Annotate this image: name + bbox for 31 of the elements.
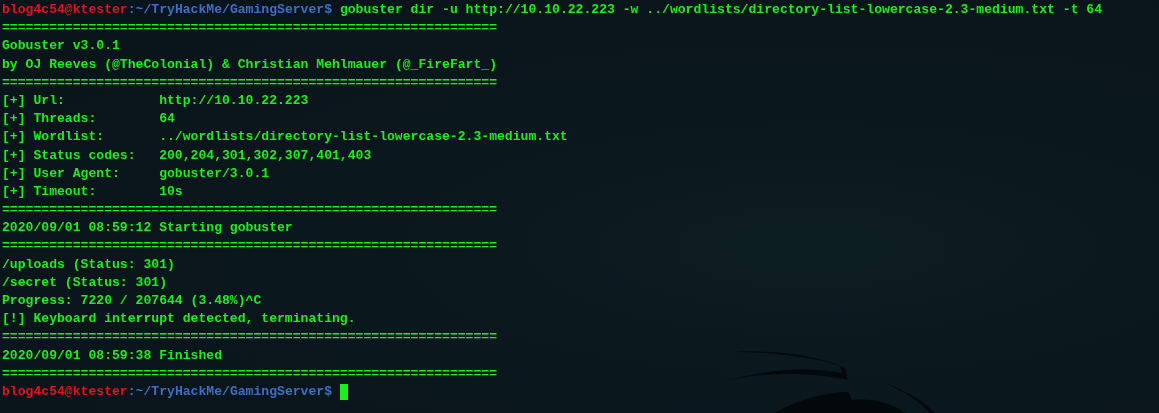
- output-line: /uploads (Status: 301): [2, 255, 175, 274]
- output-line: 2020/09/01 08:59:38 Finished: [2, 346, 222, 365]
- field-value: 200,204,301,302,307,401,403: [159, 146, 372, 165]
- separator-line: ===============================================================: [2, 237, 498, 256]
- separator-line: ===============================================================: [2, 19, 498, 38]
- field-value: ../wordlists/directory-list-lowercase-2.3-medium.txt: [159, 128, 568, 147]
- output-line: Progress: 7220 / 207644 (3.48%)^C: [2, 292, 262, 310]
- output-line: [!] Keyboard interrupt detected, terminating.: [2, 310, 356, 329]
- separator-line: ===============================================================: [2, 73, 498, 92]
- separator-line: ===============================================================: [2, 364, 498, 383]
- command-text: gobuster dir -u http://10.10.22.223 -w ../wordlists/directory-list-lowercase-2.3-medium.txt -t 64: [339, 1, 1103, 19]
- output-line: by OJ Reeves (@TheColonial) & Christian Mehlmauer (@_FireFart_): [2, 55, 498, 74]
- output-line: 2020/09/01 08:59:12 Starting gobuster: [2, 219, 293, 238]
- field-label: [+] Timeout:: [2, 182, 98, 201]
- field-label: [+] Status codes:: [2, 146, 137, 165]
- output-line: /secret (Status: 301): [2, 273, 167, 292]
- prompt-user: blog4c54@ktester: [2, 382, 128, 401]
- field-value: 10s: [159, 182, 183, 201]
- field-label: [+] Threads:: [2, 110, 98, 129]
- output-line: Gobuster v3.0.1: [2, 37, 120, 56]
- prompt-user: blog4c54@ktester: [2, 1, 128, 19]
- field-value: gobuster/3.0.1: [159, 164, 270, 183]
- prompt-path: :~/TryHackMe/GamingServer$: [127, 382, 333, 401]
- field-value: 64: [159, 110, 175, 129]
- field-label: [+] User Agent:: [2, 164, 121, 183]
- field-value: http://10.10.22.223: [159, 91, 309, 110]
- separator-line: ===============================================================: [2, 201, 498, 220]
- field-label: [+] Url:: [2, 91, 66, 110]
- prompt-path: :~/TryHackMe/GamingServer$: [127, 1, 333, 19]
- separator-line: ===============================================================: [2, 328, 498, 347]
- field-label: [+] Wordlist:: [2, 128, 106, 147]
